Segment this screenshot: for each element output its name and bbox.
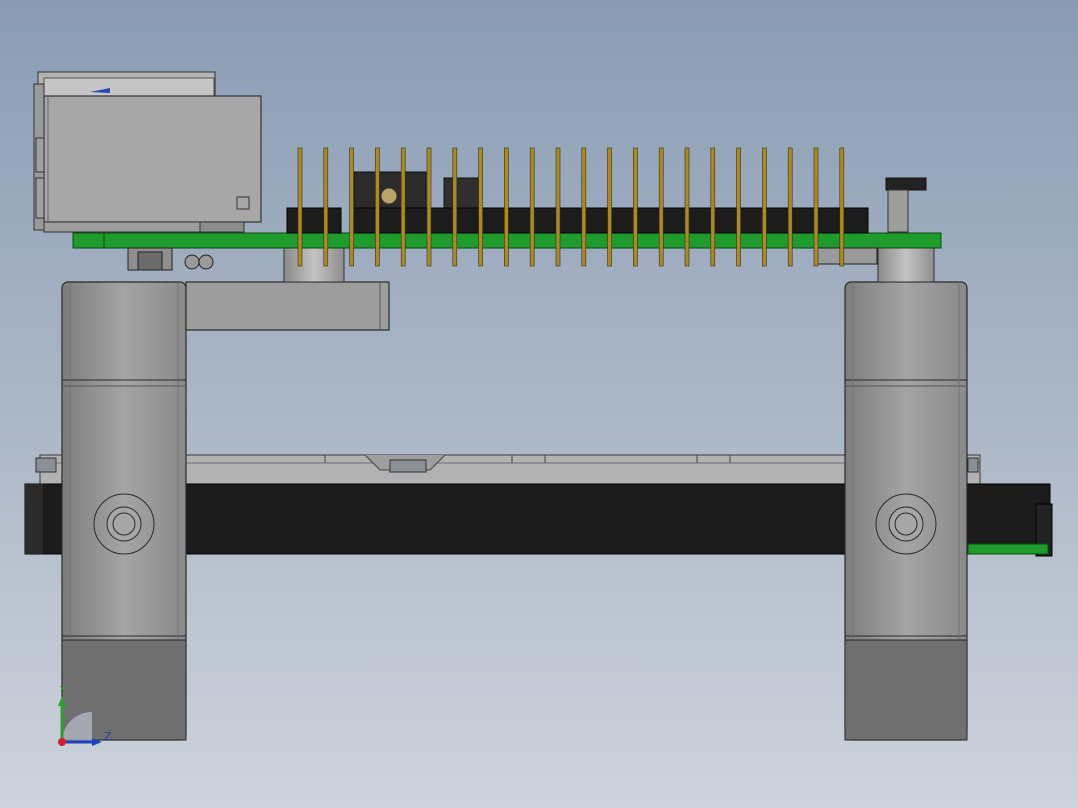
header-pin [400,147,406,267]
standoff-right [877,247,935,283]
gpio-header [286,171,927,234]
header-pin [684,147,690,267]
header-pin [426,147,432,267]
header-pin [375,147,380,267]
header-pin [555,147,561,267]
header-pin [736,147,741,267]
header-pin [504,147,509,267]
standoff-left [283,247,345,283]
header-pin [478,147,483,267]
triad-z-label: Z [104,730,112,743]
header-pin [839,147,845,267]
header-pin [633,147,638,267]
header-pin [658,147,664,267]
connector-stack [33,71,262,233]
header-pin [297,147,303,267]
cad-model-drawing [24,71,1053,741]
header-pin [710,147,716,267]
header-pin [581,147,587,267]
header-pin [787,147,793,267]
header-pin [323,147,329,267]
cad-viewport[interactable]: Y Z [0,0,1078,808]
triad-y-label: Y [60,684,67,697]
header-pin [762,147,767,267]
header-pin [349,147,354,267]
header-pin [813,147,819,267]
right-bracket [844,281,968,741]
header-pin [529,147,535,267]
coordinate-triad: Y Z [52,684,122,754]
header-pin [452,147,458,267]
header-pin [607,147,612,267]
